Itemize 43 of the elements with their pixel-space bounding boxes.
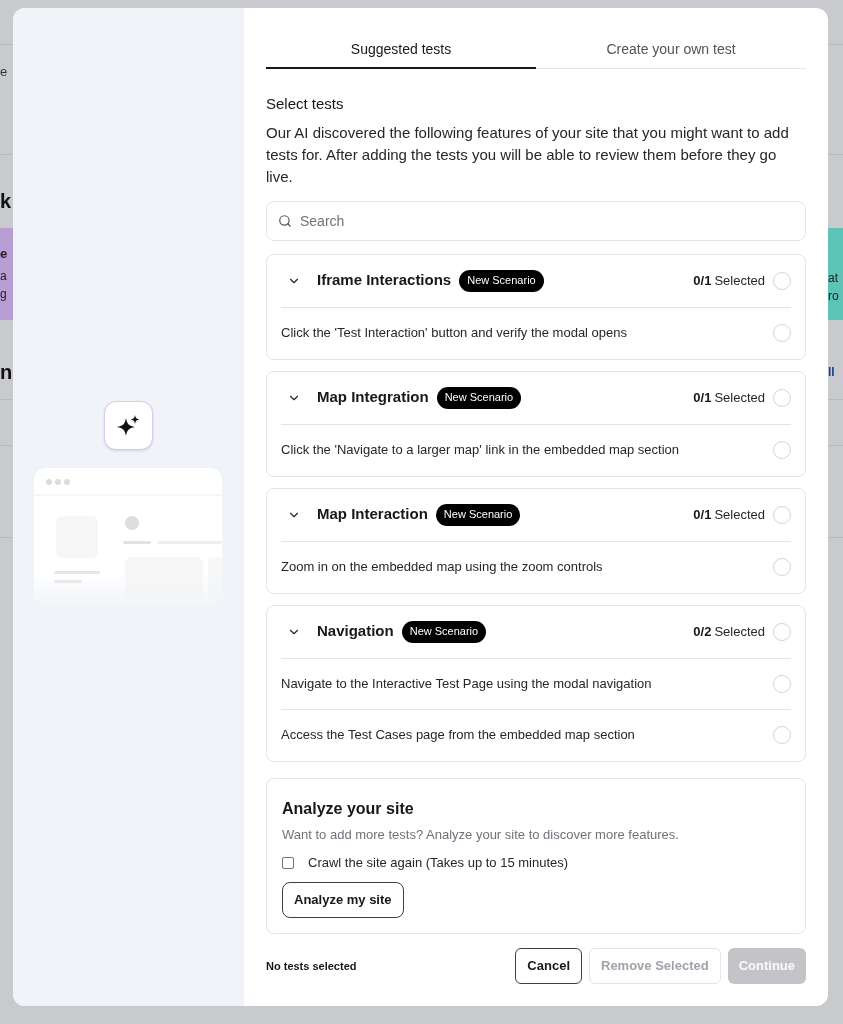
backdrop-text: e [0, 63, 9, 81]
backdrop-text: n [0, 360, 13, 385]
analyze-title: Analyze your site [282, 798, 415, 819]
search-field[interactable]: Search [266, 200, 806, 241]
scenario-badge: New Scenario [401, 620, 487, 643]
backdrop-text: at [828, 270, 839, 287]
section-heading: Select tests [266, 94, 345, 114]
backdrop-text: g [0, 286, 8, 303]
selection-label: Selected [714, 271, 765, 290]
tab[interactable]: Suggested tests [266, 30, 536, 69]
selection-label: Selected [714, 388, 765, 407]
backdrop-text: a [0, 268, 8, 285]
analyze-button[interactable]: Analyze my site [282, 881, 404, 918]
test-label: Click the 'Test Interaction' button and verify the modal opens [281, 324, 629, 343]
footer-button[interactable]: Cancel [515, 948, 582, 984]
selection-count: 0/2 [693, 622, 712, 641]
test-label: Navigate to the Interactive Test Page using the modal navigation [281, 674, 653, 693]
tab[interactable]: Create your own test [536, 30, 806, 69]
test-label: Access the Test Cases page from the embedded map section [281, 726, 636, 745]
backdrop-text: ro [828, 288, 840, 305]
test-label: Click the 'Navigate to a larger map' link in the embedded map section [281, 441, 681, 460]
selection-label: Selected [714, 505, 765, 524]
analyze-description: Want to add more tests? Analyze your site to discover more features. [282, 825, 680, 844]
selection-count: 0/1 [693, 271, 712, 290]
scenario-title: Map Integration [317, 387, 429, 408]
intro-text: Our AI discovered the following features of your site that you might want to add tests for. After adding the tests you will be able to review them before they go live. [266, 122, 790, 187]
backdrop-text: k [0, 189, 13, 214]
selection-status: No tests selected [266, 958, 358, 974]
backdrop-link[interactable]: ll [828, 364, 843, 380]
checkbox[interactable] [282, 856, 294, 869]
scenario-title: Map Interaction [317, 504, 428, 525]
selection-count: 0/1 [693, 388, 712, 407]
scenario-badge: New Scenario [435, 503, 521, 526]
scenario-badge: New Scenario [459, 269, 544, 292]
scenario-title: Iframe Interactions [317, 270, 452, 291]
checkbox-label: Crawl the site again (Takes up to 15 minutes) [308, 854, 569, 872]
selection-count: 0/1 [693, 505, 712, 524]
scenario-badge: New Scenario [436, 386, 522, 409]
backdrop-text: e [0, 245, 9, 263]
scenario-title: Navigation [317, 621, 394, 642]
selection-label: Selected [714, 622, 765, 641]
test-label: Zoom in on the embedded map using the zoom controls [281, 558, 604, 577]
search-icon [278, 213, 292, 228]
